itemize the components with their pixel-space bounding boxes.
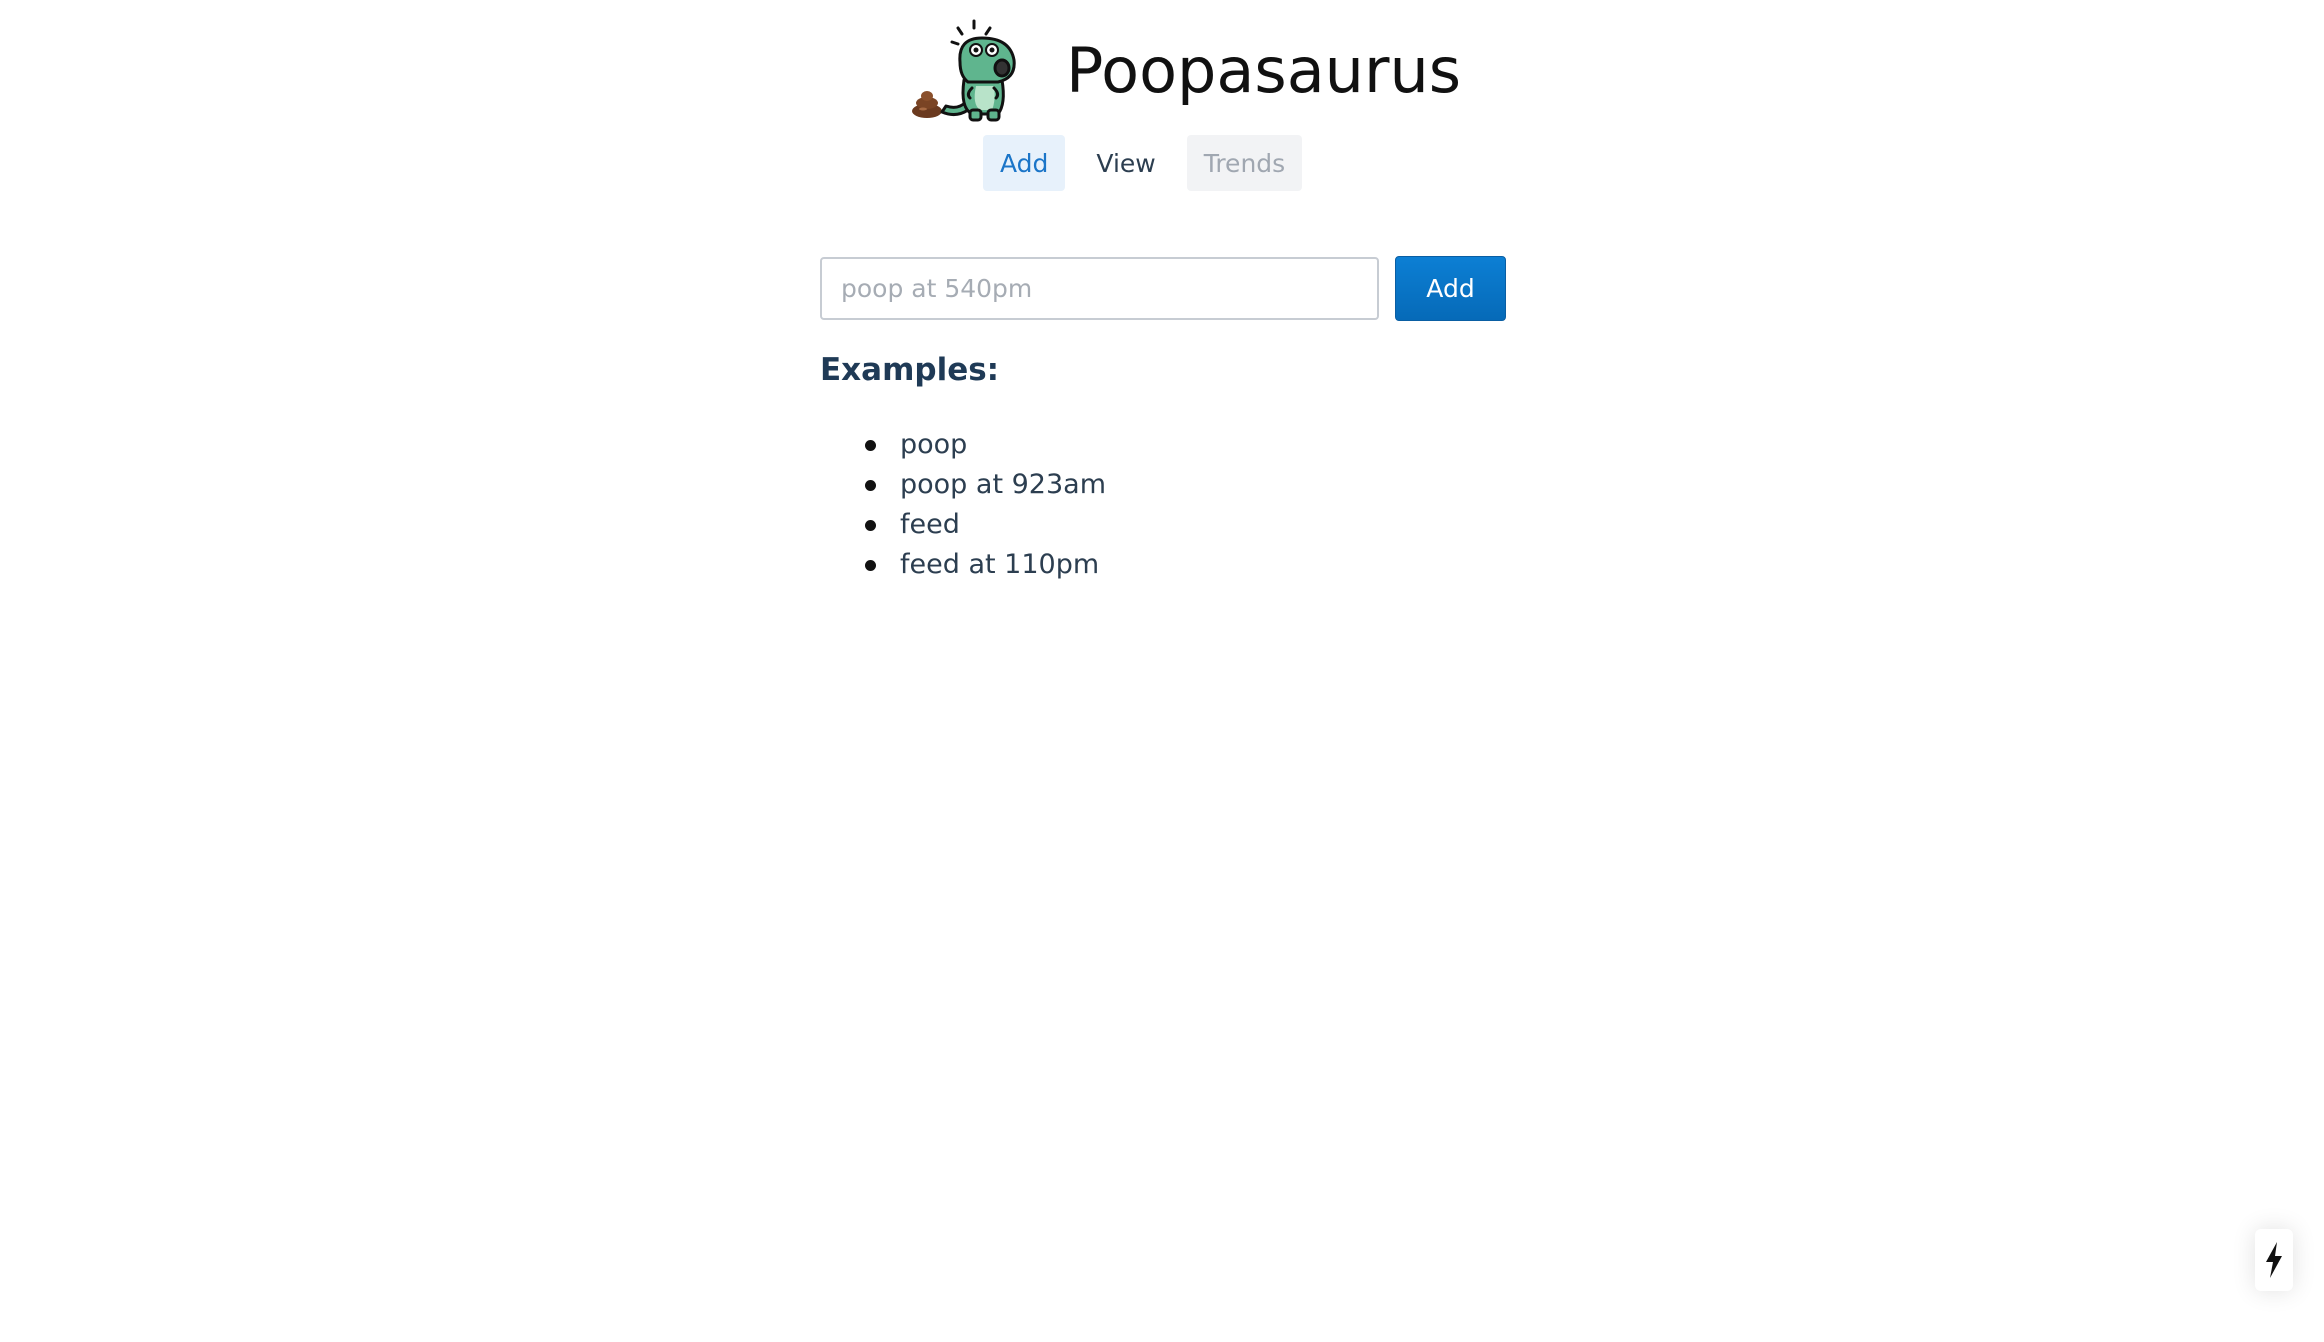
- bullet-icon: [865, 560, 876, 571]
- entry-input[interactable]: [820, 257, 1379, 320]
- example-text: feed at 110pm: [900, 549, 1100, 580]
- example-text: poop: [900, 429, 968, 460]
- main-nav: Add View Trends: [983, 135, 1303, 191]
- entry-form: Add: [820, 256, 1506, 321]
- examples-list: poop poop at 923am feed feed at 110pm: [820, 425, 1106, 585]
- lightning-bolt-icon: [2266, 1242, 2282, 1278]
- poop-icon: [912, 91, 942, 118]
- example-text: poop at 923am: [900, 469, 1106, 500]
- app-title: Poopasaurus: [1066, 33, 1462, 107]
- example-text: feed: [900, 509, 960, 540]
- list-item: poop: [820, 425, 1106, 465]
- list-item: feed at 110pm: [820, 545, 1106, 585]
- bullet-icon: [865, 520, 876, 531]
- tab-trends[interactable]: Trends: [1186, 135, 1303, 191]
- page: Poopasaurus Add View Trends Add Examples…: [0, 0, 2324, 1342]
- list-item: poop at 923am: [820, 465, 1106, 505]
- dinosaur-logo-icon: [906, 18, 1046, 123]
- bullet-icon: [865, 440, 876, 451]
- add-button[interactable]: Add: [1395, 256, 1506, 321]
- brand-header: Poopasaurus: [906, 18, 1461, 123]
- lightning-bolt-badge[interactable]: [2255, 1229, 2293, 1291]
- tab-add[interactable]: Add: [983, 135, 1066, 191]
- list-item: feed: [820, 505, 1106, 545]
- bullet-icon: [865, 480, 876, 491]
- examples-heading: Examples:: [820, 352, 1000, 388]
- tab-view[interactable]: View: [1079, 135, 1172, 191]
